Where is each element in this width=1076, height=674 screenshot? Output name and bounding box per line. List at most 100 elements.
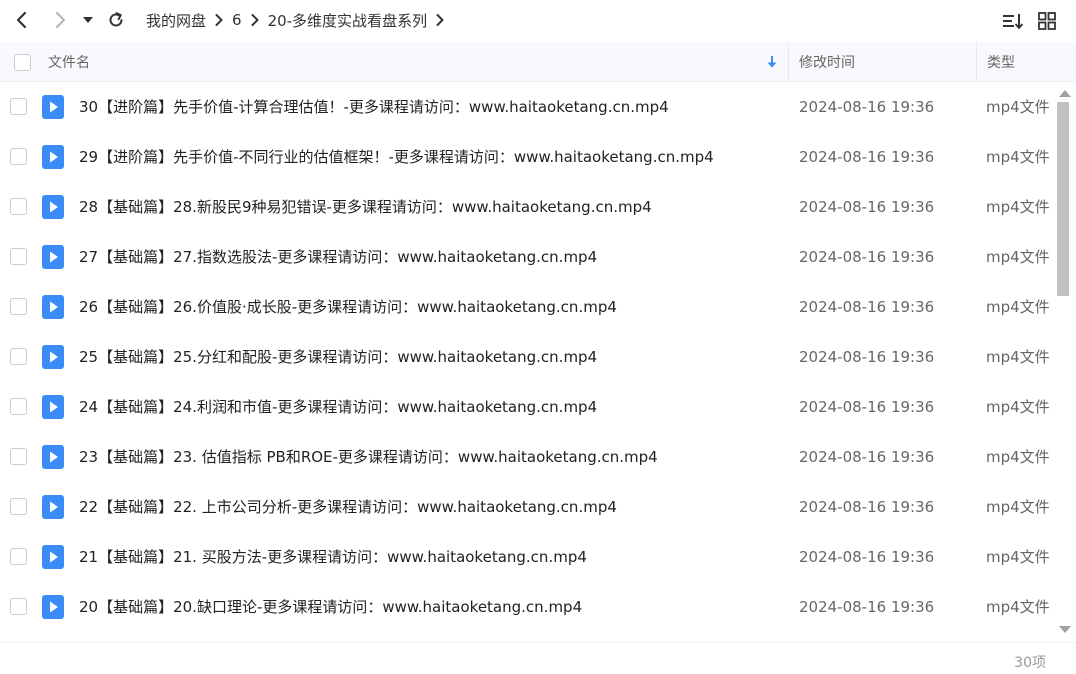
vertical-scrollbar[interactable]: [1056, 82, 1072, 640]
scroll-down-arrow-icon[interactable]: [1059, 626, 1071, 633]
file-row[interactable]: 20【基础篇】20.缺口理论-更多课程请访问：www.haitaoketang.…: [0, 582, 1056, 632]
grid-view-icon: [1038, 12, 1056, 30]
chevron-left-icon: [16, 11, 27, 29]
row-checkbox[interactable]: [10, 448, 27, 465]
file-name: 21【基础篇】21. 买股方法-更多课程请访问：www.haitaoketang…: [79, 548, 587, 566]
file-list-header: 文件名 修改时间 类型: [0, 42, 1076, 82]
forward-button[interactable]: [46, 6, 74, 34]
file-type: mp4文件: [986, 548, 1050, 566]
file-modified-time: 2024-08-16 19:36: [799, 248, 935, 266]
video-file-icon: [42, 295, 64, 319]
file-name: 24【基础篇】24.利润和市值-更多课程请访问：www.haitaoketang…: [79, 398, 598, 416]
grid-view-button[interactable]: [1034, 8, 1060, 34]
file-name: 28【基础篇】28.新股民9种易犯错误-更多课程请访问：www.haitaoke…: [79, 198, 652, 216]
column-header-name[interactable]: 文件名: [48, 42, 90, 82]
item-count: 30项: [1014, 655, 1046, 671]
file-name: 25【基础篇】25.分红和配股-更多课程请访问：www.haitaoketang…: [79, 348, 598, 366]
breadcrumb: 我的网盘 6 20-多维度实战看盘系列: [146, 0, 453, 40]
file-name: 30【进阶篇】先手价值-计算合理估值！-更多课程请访问：www.haitaoke…: [79, 98, 669, 116]
file-type: mp4文件: [986, 398, 1050, 416]
scroll-up-arrow-icon[interactable]: [1059, 90, 1071, 97]
file-row[interactable]: 21【基础篇】21. 买股方法-更多课程请访问：www.haitaoketang…: [0, 532, 1056, 582]
file-row[interactable]: 25【基础篇】25.分红和配股-更多课程请访问：www.haitaoketang…: [0, 332, 1056, 382]
file-modified-time: 2024-08-16 19:36: [799, 548, 935, 566]
row-checkbox[interactable]: [10, 498, 27, 515]
chevron-right-icon[interactable]: [435, 13, 445, 27]
file-row[interactable]: 28【基础篇】28.新股民9种易犯错误-更多课程请访问：www.haitaoke…: [0, 182, 1056, 232]
row-checkbox[interactable]: [10, 198, 27, 215]
file-row[interactable]: 26【基础篇】26.价值股·成长股-更多课程请访问：www.haitaoketa…: [0, 282, 1056, 332]
video-file-icon: [42, 545, 64, 569]
file-name: 20【基础篇】20.缺口理论-更多课程请访问：www.haitaoketang.…: [79, 598, 583, 616]
file-row[interactable]: 22【基础篇】22. 上市公司分析-更多课程请访问：www.haitaoketa…: [0, 482, 1056, 532]
file-modified-time: 2024-08-16 19:36: [799, 498, 935, 516]
file-modified-time: 2024-08-16 19:36: [799, 348, 935, 366]
column-header-modified[interactable]: 修改时间: [799, 42, 855, 82]
sort-button[interactable]: [1000, 8, 1026, 34]
file-type: mp4文件: [986, 498, 1050, 516]
file-type: mp4文件: [986, 148, 1050, 166]
breadcrumb-item-current[interactable]: 20-多维度实战看盘系列: [268, 10, 428, 31]
file-type: mp4文件: [986, 98, 1050, 116]
file-name: 26【基础篇】26.价值股·成长股-更多课程请访问：www.haitaoketa…: [79, 298, 617, 316]
file-name: 27【基础篇】27.指数选股法-更多课程请访问：www.haitaoketang…: [79, 248, 598, 266]
video-file-icon: [42, 445, 64, 469]
back-button[interactable]: [8, 6, 36, 34]
sort-list-icon: [1003, 14, 1024, 30]
video-file-icon: [42, 495, 64, 519]
column-header-type[interactable]: 类型: [987, 42, 1015, 82]
file-modified-time: 2024-08-16 19:36: [799, 198, 935, 216]
video-file-icon: [42, 245, 64, 269]
video-file-icon: [42, 595, 64, 619]
sort-direction-indicator[interactable]: [766, 42, 778, 82]
refresh-icon: [109, 12, 123, 27]
caret-down-icon: [83, 17, 93, 23]
file-modified-time: 2024-08-16 19:36: [799, 298, 935, 316]
file-type: mp4文件: [986, 248, 1050, 266]
file-type: mp4文件: [986, 198, 1050, 216]
chevron-right-icon: [214, 13, 224, 27]
column-divider[interactable]: [788, 42, 789, 82]
file-modified-time: 2024-08-16 19:36: [799, 98, 935, 116]
row-checkbox[interactable]: [10, 298, 27, 315]
file-type: mp4文件: [986, 348, 1050, 366]
select-all-checkbox[interactable]: [14, 53, 31, 71]
file-name: 29【进阶篇】先手价值-不同行业的估值框架！-更多课程请访问：www.haita…: [79, 148, 714, 166]
row-checkbox[interactable]: [10, 398, 27, 415]
file-row[interactable]: 24【基础篇】24.利润和市值-更多课程请访问：www.haitaoketang…: [0, 382, 1056, 432]
refresh-button[interactable]: [102, 6, 130, 34]
file-modified-time: 2024-08-16 19:36: [799, 598, 935, 616]
file-type: mp4文件: [986, 448, 1050, 466]
video-file-icon: [42, 395, 64, 419]
file-name: 22【基础篇】22. 上市公司分析-更多课程请访问：www.haitaoketa…: [79, 498, 617, 516]
file-row[interactable]: 29【进阶篇】先手价值-不同行业的估值框架！-更多课程请访问：www.haita…: [0, 132, 1056, 182]
row-checkbox[interactable]: [10, 98, 27, 115]
file-list: 30【进阶篇】先手价值-计算合理估值！-更多课程请访问：www.haitaoke…: [0, 82, 1056, 640]
arrow-down-icon: [767, 56, 777, 68]
file-type: mp4文件: [986, 598, 1050, 616]
breadcrumb-item-folder[interactable]: 6: [232, 11, 242, 29]
row-checkbox[interactable]: [10, 248, 27, 265]
breadcrumb-item-root[interactable]: 我的网盘: [146, 10, 206, 31]
file-name: 23【基础篇】23. 估值指标 PB和ROE-更多课程请访问：www.haita…: [79, 448, 658, 466]
scrollbar-thumb[interactable]: [1057, 102, 1069, 296]
video-file-icon: [42, 345, 64, 369]
row-checkbox[interactable]: [10, 548, 27, 565]
history-dropdown-button[interactable]: [76, 6, 100, 34]
file-row[interactable]: 27【基础篇】27.指数选股法-更多课程请访问：www.haitaoketang…: [0, 232, 1056, 282]
file-type: mp4文件: [986, 298, 1050, 316]
column-divider[interactable]: [976, 42, 977, 82]
file-modified-time: 2024-08-16 19:36: [799, 398, 935, 416]
file-row[interactable]: 23【基础篇】23. 估值指标 PB和ROE-更多课程请访问：www.haita…: [0, 432, 1056, 482]
chevron-right-icon: [55, 11, 66, 29]
file-modified-time: 2024-08-16 19:36: [799, 148, 935, 166]
video-file-icon: [42, 95, 64, 119]
file-row[interactable]: 30【进阶篇】先手价值-计算合理估值！-更多课程请访问：www.haitaoke…: [0, 82, 1056, 132]
row-checkbox[interactable]: [10, 348, 27, 365]
video-file-icon: [42, 195, 64, 219]
row-checkbox[interactable]: [10, 148, 27, 165]
row-checkbox[interactable]: [10, 598, 27, 615]
chevron-right-icon: [250, 13, 260, 27]
select-all-checkbox-cell: [14, 42, 31, 82]
toolbar: 我的网盘 6 20-多维度实战看盘系列: [0, 0, 1076, 40]
